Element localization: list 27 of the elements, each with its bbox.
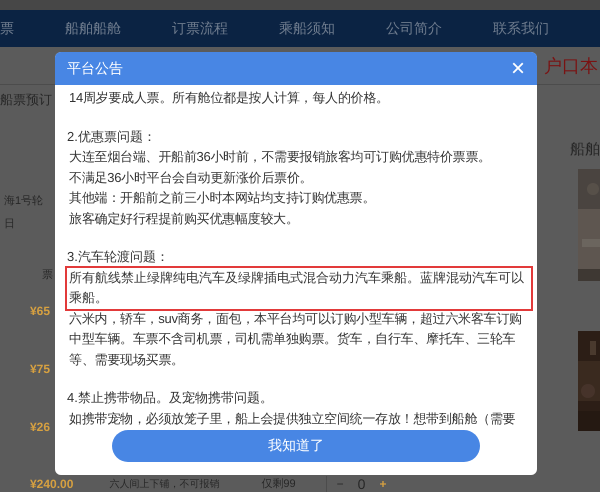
nav-item[interactable]: 乘船须知 bbox=[279, 20, 335, 38]
nav-item[interactable]: 联系我们 bbox=[493, 20, 549, 38]
price-text: ¥240.00 bbox=[30, 476, 74, 490]
notice-text: 如携带宠物，必须放笼子里，船上会提供独立空间统一存放！想带到船舱（需要 bbox=[68, 410, 516, 427]
nav-item[interactable]: 票 bbox=[0, 20, 14, 38]
notice-text: 其他端：开船前之前三小时本网站均支持订购优惠票。 bbox=[68, 189, 376, 207]
notice-text: 六米内，轿车，suv商务，面包，本平台均可以订购小型车辆，超过六米客车订购中型车辆。车票不含司机票，司机需单独购票。货车，自行车、摩托车、三轮车等、需要现场买票。 bbox=[68, 310, 523, 368]
nav-item[interactable]: 公司简介 bbox=[386, 20, 442, 38]
highlighted-notice: 所有航线禁止绿牌纯电汽车及绿牌插电式混合动力汽车乘船。蓝牌混动汽车可以乘船。 bbox=[65, 266, 533, 310]
close-button[interactable]: × bbox=[510, 56, 525, 80]
section-heading: 4.禁止携带物品。及宠物携带问题。 bbox=[67, 389, 274, 407]
confirm-button[interactable]: 我知道了 bbox=[112, 430, 480, 462]
nav-item[interactable]: 船舶船舱 bbox=[65, 20, 121, 38]
account-hint: 户口本 bbox=[544, 54, 598, 78]
notice-text: 大连至烟台端、开船前36小时前，不需要报销旅客均可订购优惠特价票票。 bbox=[68, 148, 492, 166]
notice-text: 不满足36小时平台会自动更新涨价后票价。 bbox=[68, 168, 314, 186]
section-heading: 3.汽车轮渡问题： bbox=[67, 248, 170, 266]
section-heading: 2.优惠票问题： bbox=[67, 128, 157, 146]
dialog-title: 平台公告 bbox=[67, 60, 123, 78]
notice-text: 14周岁要成人票。所有舱位都是按人计算，每人的价格。 bbox=[68, 89, 390, 107]
notice-text: 旅客确定好行程提前购买优惠幅度较大。 bbox=[68, 210, 300, 228]
price-text: ¥75 bbox=[30, 362, 52, 376]
price-text: ¥26 bbox=[30, 420, 52, 434]
price-text: ¥65 bbox=[30, 304, 52, 318]
plus-button[interactable]: + bbox=[379, 476, 386, 490]
minus-button[interactable]: − bbox=[336, 476, 344, 490]
nav-item[interactable]: 订票流程 bbox=[172, 20, 228, 38]
